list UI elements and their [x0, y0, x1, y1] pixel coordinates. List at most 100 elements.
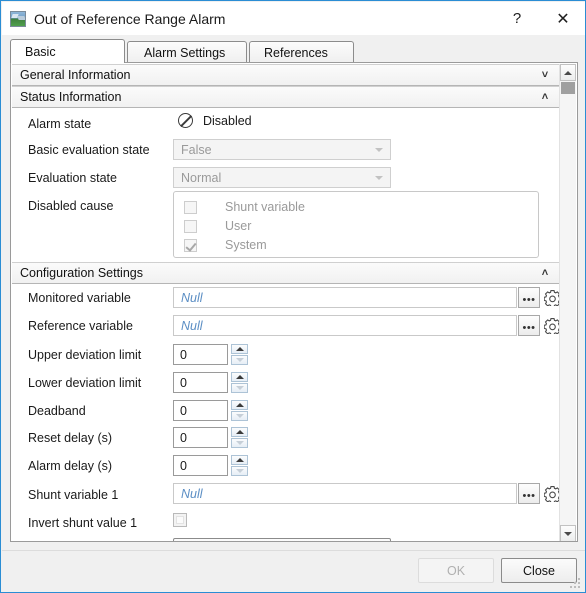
chevron-down-icon: ˅ [541, 69, 549, 81]
stepper-up-button[interactable] [231, 400, 248, 410]
monitored-variable-browse-button[interactable]: ••• [518, 287, 540, 308]
reference-variable-label: Reference variable [28, 319, 133, 333]
scroll-up-button[interactable] [560, 64, 576, 81]
reset-delay-label: Reset delay (s) [28, 431, 113, 445]
lower-deviation-limit-stepper[interactable] [231, 372, 248, 393]
stepper-up-button[interactable] [231, 344, 248, 354]
reference-variable-browse-button[interactable]: ••• [518, 315, 540, 336]
help-button[interactable]: ? [494, 2, 540, 35]
triangle-down-icon [564, 531, 572, 536]
upper-deviation-limit-label: Upper deviation limit [28, 348, 142, 362]
image-icon [10, 10, 26, 27]
chevron-down-icon [375, 147, 383, 152]
upper-deviation-limit-value: 0 [180, 347, 187, 362]
tab-alarm-settings-label: Alarm Settings [144, 45, 226, 60]
section-status-information-label: Status Information [20, 90, 122, 104]
lower-deviation-limit-value: 0 [180, 375, 187, 390]
checkbox-shunt-variable [184, 200, 197, 214]
lower-deviation-limit-label: Lower deviation limit [28, 376, 142, 390]
alarm-delay-label: Alarm delay (s) [28, 459, 113, 473]
disabled-cause-system-label: System [225, 238, 267, 252]
stepper-up-button[interactable] [231, 455, 248, 465]
stepper-up-button[interactable] [231, 372, 248, 382]
shunt-variable-1-input[interactable]: Null [173, 483, 517, 504]
triangle-down-icon [235, 441, 244, 445]
reference-variable-value: Null [181, 318, 203, 333]
chevron-down-icon [375, 175, 383, 180]
triangle-up-icon [235, 458, 244, 462]
disabled-cause-item-user: User [184, 219, 251, 233]
title-bar-buttons: ? ✕ [494, 2, 585, 35]
invert-shunt-value-1-checkbox[interactable] [173, 513, 187, 527]
stepper-down-button[interactable] [231, 383, 248, 393]
section-general-information[interactable]: General Information ˅ [12, 64, 561, 86]
triangle-down-icon [235, 358, 244, 362]
deadband-stepper[interactable] [231, 400, 248, 421]
deadband-label: Deadband [28, 404, 86, 418]
prohibition-icon [178, 113, 193, 128]
invert-shunt-value-1-label: Invert shunt value 1 [28, 516, 138, 530]
shunt-variable-1-label: Shunt variable 1 [28, 488, 119, 502]
triangle-down-icon [235, 469, 244, 473]
tab-strip: Basic Alarm Settings References [10, 39, 578, 63]
stepper-down-button[interactable] [231, 438, 248, 448]
basic-evaluation-state-value: False [181, 142, 212, 157]
tab-references[interactable]: References [249, 41, 354, 63]
triangle-up-icon [235, 430, 244, 434]
disabled-cause-label: Disabled cause [28, 199, 114, 213]
scrollbar-thumb[interactable] [561, 82, 575, 94]
section-status-information[interactable]: Status Information ˄ [12, 86, 561, 108]
resize-grip[interactable] [570, 578, 582, 590]
alarm-state-value: Disabled [203, 113, 252, 128]
disabled-cause-item-shunt-variable: Shunt variable [184, 200, 305, 214]
shunt-operator-combo[interactable]: AND [173, 538, 391, 541]
basic-evaluation-state-combo: False [173, 139, 391, 160]
section-configuration-settings-label: Configuration Settings [20, 266, 143, 280]
checkbox-system [184, 238, 197, 252]
basic-evaluation-state-label: Basic evaluation state [28, 143, 150, 157]
tab-basic-label: Basic [25, 44, 56, 59]
deadband-input[interactable]: 0 [173, 400, 228, 421]
reset-delay-stepper[interactable] [231, 427, 248, 448]
footer-divider [2, 550, 585, 551]
dialog-window: Out of Reference Range Alarm ? ✕ Basic A… [0, 0, 586, 593]
upper-deviation-limit-input[interactable]: 0 [173, 344, 228, 365]
scroll-down-button[interactable] [560, 525, 576, 541]
shunt-variable-1-browse-button[interactable]: ••• [518, 483, 540, 504]
scroll-content: General Information ˅ Status Information… [11, 63, 562, 541]
tab-basic[interactable]: Basic [10, 39, 125, 63]
section-configuration-settings[interactable]: Configuration Settings ˄ [12, 262, 561, 284]
disabled-cause-user-label: User [225, 219, 252, 233]
upper-deviation-limit-stepper[interactable] [231, 344, 248, 365]
deadband-value: 0 [180, 403, 187, 418]
stepper-down-button[interactable] [231, 411, 248, 421]
close-button[interactable]: Close [501, 558, 577, 583]
section-general-information-label: General Information [20, 68, 131, 82]
vertical-scrollbar[interactable] [559, 64, 576, 541]
window-title: Out of Reference Range Alarm [34, 10, 226, 27]
stepper-up-button[interactable] [231, 427, 248, 437]
alarm-delay-value: 0 [180, 458, 187, 473]
ok-button[interactable]: OK [418, 558, 494, 583]
chevron-up-icon: ˄ [541, 91, 549, 103]
monitored-variable-label: Monitored variable [28, 291, 131, 305]
reference-variable-input[interactable]: Null [173, 315, 517, 336]
scrollbar-track[interactable] [560, 81, 576, 525]
tab-alarm-settings[interactable]: Alarm Settings [127, 41, 247, 63]
tab-references-label: References [264, 45, 328, 60]
close-window-button[interactable]: ✕ [540, 2, 585, 35]
alarm-delay-input[interactable]: 0 [173, 455, 228, 476]
stepper-down-button[interactable] [231, 466, 248, 476]
triangle-down-icon [235, 414, 244, 418]
disabled-cause-group: Shunt variable User System [173, 191, 539, 258]
evaluation-state-label: Evaluation state [28, 171, 117, 185]
stepper-down-button[interactable] [231, 355, 248, 365]
monitored-variable-input[interactable]: Null [173, 287, 517, 308]
alarm-delay-stepper[interactable] [231, 455, 248, 476]
lower-deviation-limit-input[interactable]: 0 [173, 372, 228, 393]
reset-delay-input[interactable]: 0 [173, 427, 228, 448]
triangle-down-icon [235, 386, 244, 390]
alarm-state-label: Alarm state [28, 117, 92, 131]
checkbox-user [184, 219, 197, 233]
title-bar: Out of Reference Range Alarm ? ✕ [2, 2, 585, 35]
